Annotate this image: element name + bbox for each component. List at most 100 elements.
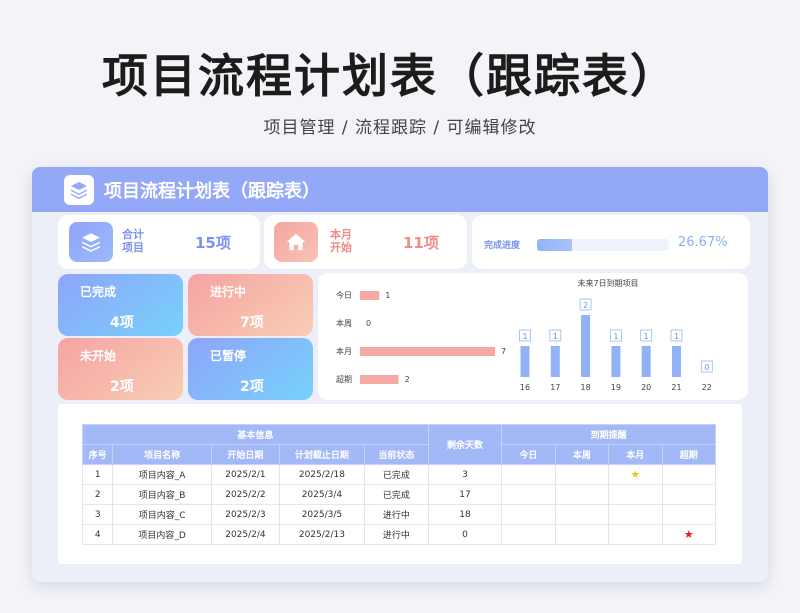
vbar-bar	[641, 346, 651, 377]
summary-total-label-line2: 项目	[122, 241, 144, 254]
cell-remaining[interactable]: 3	[427, 464, 503, 485]
charts-svg: 未来7日到期项目 今日 1本周 0本月 7超期 21161172181191201210…	[336, 278, 713, 392]
progress-bar-fill	[537, 239, 573, 251]
cell-no[interactable]: 1	[81, 464, 114, 485]
layers-icon	[69, 222, 113, 262]
summary-month-label: 本月 开始	[330, 228, 352, 254]
table-group-header-row: 基本信息 剩余天数 到期提醒	[82, 424, 716, 465]
column-overdue: 超期	[661, 444, 716, 465]
cell-week[interactable]	[554, 504, 610, 525]
cell-start[interactable]: 2025/2/3	[210, 504, 280, 525]
cell-month[interactable]: ★	[608, 464, 663, 485]
cell-month[interactable]	[608, 484, 663, 505]
status-tile-in-progress: 进行中 7项	[188, 274, 313, 336]
column-no: 序号	[81, 444, 114, 465]
summary-progress-panel: 完成进度 26.67%	[472, 215, 750, 269]
cell-overdue[interactable]	[661, 504, 716, 525]
vbar-value-label: 1	[674, 332, 679, 341]
column-start-date: 开始日期	[210, 444, 280, 465]
cell-today[interactable]	[501, 484, 556, 505]
vbar-value-label: 0	[704, 363, 709, 372]
status-tile-label: 进行中	[210, 285, 247, 299]
cell-name[interactable]: 项目内容_C	[112, 504, 212, 525]
dashboard-card: 项目流程计划表（跟踪表） 合计 项目 15项 本月 开始 11项 完成进度 26…	[32, 167, 768, 582]
cell-month[interactable]	[608, 504, 663, 525]
cell-today[interactable]	[501, 524, 556, 545]
table-header-row: 序号 项目名称 开始日期 计划截止日期 当前状态 今日 本周 本月 超期	[81, 444, 716, 465]
hbar-category-label: 本周	[336, 318, 352, 328]
cell-start[interactable]: 2025/2/1	[210, 464, 280, 485]
group-basic-info: 基本信息	[82, 424, 429, 445]
cell-overdue[interactable]	[661, 484, 716, 505]
hbar-value-label: 0	[366, 319, 371, 328]
cell-start[interactable]: 2025/2/4	[210, 524, 280, 545]
column-due-month: 本月	[608, 444, 663, 465]
vbar-value-label: 2	[583, 301, 588, 310]
vbar-category-label: 18	[581, 383, 591, 392]
vbar-value-label: 1	[613, 332, 618, 341]
status-tile-value: 7项	[240, 315, 264, 331]
cell-no[interactable]: 2	[81, 484, 114, 505]
status-tile-value: 4项	[110, 315, 134, 331]
status-tile-label: 已暂停	[210, 349, 247, 363]
table-row[interactable]: 3 项目内容_C 2025/2/3 2025/3/5 进行中 18	[81, 504, 716, 525]
cell-remaining[interactable]: 18	[427, 504, 503, 525]
status-tile-not-started: 未开始 2项	[58, 338, 183, 400]
hbar-category-label: 超期	[336, 374, 352, 384]
summary-total-panel: 合计 项目 15项	[58, 215, 260, 269]
group-due-reminder: 到期提醒	[501, 424, 716, 445]
cell-deadline[interactable]: 2025/3/5	[278, 504, 365, 525]
summary-month-panel: 本月 开始 11项	[264, 215, 467, 269]
cell-name[interactable]: 项目内容_D	[112, 524, 212, 545]
hbar-category-label: 本月	[336, 346, 352, 356]
cell-overdue[interactable]	[661, 464, 716, 485]
summary-total-label-line1: 合计	[122, 228, 144, 241]
home-icon	[274, 222, 318, 262]
table-row[interactable]: 4 项目内容_D 2025/2/4 2025/2/13 进行中 0 ★	[81, 524, 716, 545]
cell-week[interactable]	[554, 524, 610, 545]
vbar-category-label: 20	[641, 383, 651, 392]
table-row[interactable]: 2 项目内容_B 2025/2/2 2025/3/4 已完成 17	[81, 484, 716, 505]
cell-no[interactable]: 4	[81, 524, 114, 545]
cell-name[interactable]: 项目内容_B	[112, 484, 212, 505]
cell-status[interactable]: 进行中	[363, 524, 429, 545]
cell-no[interactable]: 3	[81, 504, 114, 525]
hbar-bar	[360, 291, 380, 300]
page-title: 项目流程计划表（跟踪表）	[102, 49, 678, 103]
cell-today[interactable]	[501, 464, 556, 485]
cell-deadline[interactable]: 2025/2/13	[278, 524, 365, 545]
cell-start[interactable]: 2025/2/2	[210, 484, 280, 505]
star-icon: ★	[630, 468, 641, 481]
cell-status[interactable]: 已完成	[363, 484, 429, 505]
cell-deadline[interactable]: 2025/2/18	[278, 464, 365, 485]
cell-remaining[interactable]: 0	[427, 524, 503, 545]
vbar-category-label: 16	[520, 383, 530, 392]
summary-total-label: 合计 项目	[122, 228, 144, 254]
cell-overdue[interactable]: ★	[661, 524, 716, 545]
status-tile-label: 未开始	[80, 349, 117, 363]
cell-month[interactable]	[608, 524, 663, 545]
cell-deadline[interactable]: 2025/3/4	[278, 484, 365, 505]
vbar-category-label: 19	[611, 383, 621, 392]
status-tile-value: 2项	[240, 379, 264, 395]
summary-month-value: 11项	[403, 234, 439, 252]
column-name: 项目名称	[112, 444, 212, 465]
vbar-bar	[581, 315, 591, 377]
vbar-value-label: 1	[553, 332, 558, 341]
cell-name[interactable]: 项目内容_A	[112, 464, 212, 485]
layers-icon	[64, 174, 94, 205]
cell-remaining[interactable]: 17	[427, 484, 503, 505]
column-remaining-days: 剩余天数	[427, 424, 503, 465]
cell-week[interactable]	[554, 464, 610, 485]
cell-status[interactable]: 已完成	[363, 464, 429, 485]
column-due-week: 本周	[554, 444, 610, 465]
cell-today[interactable]	[501, 504, 556, 525]
vbar-category-label: 21	[671, 383, 681, 392]
cell-status[interactable]: 进行中	[363, 504, 429, 525]
due-chart-title: 未来7日到期项目	[577, 278, 638, 288]
cell-week[interactable]	[554, 484, 610, 505]
card-header: 项目流程计划表（跟踪表）	[32, 167, 768, 212]
star-icon: ★	[683, 528, 694, 541]
vbar-category-label: 17	[550, 383, 560, 392]
table-row[interactable]: 1 项目内容_A 2025/2/1 2025/2/18 已完成 3 ★	[81, 464, 716, 485]
